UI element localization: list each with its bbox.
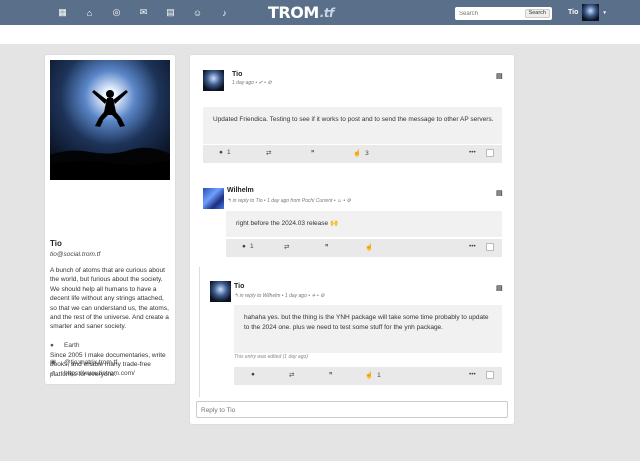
search-input[interactable] [459, 7, 519, 20]
comment-button[interactable]: ● 1 [242, 243, 254, 250]
top-navigation-bar: ▦ ⌂ ◎ ✉ ▤ ☺ ♪ TROM.tf Search Tio ▾ [0, 0, 640, 25]
profile-name: Tio [50, 239, 62, 248]
more-icon: ••• [469, 371, 476, 378]
like-icon: ☝ [353, 150, 362, 157]
home-icon[interactable]: ⌂ [79, 5, 100, 20]
post-meta: ↰ in reply to Tio • 1 day ago from Pochi… [227, 198, 352, 204]
user-avatar [582, 4, 600, 21]
quote-icon: ❞ [325, 244, 329, 251]
network-icon[interactable]: ◎ [106, 5, 127, 20]
user-name: Tio [568, 9, 579, 16]
more-icon: ••• [469, 243, 476, 250]
share-icon: ⇄ [284, 244, 290, 251]
calendar-icon[interactable]: ▤ [160, 5, 181, 20]
comment-count: 1 [226, 149, 231, 156]
profile-card: Tio tio@social.trom.tf A bunch of atoms … [45, 55, 175, 384]
profile-website-link[interactable]: https://www.tiotrom.com/ [64, 370, 135, 377]
avatar[interactable] [210, 281, 231, 302]
share-button[interactable]: ⇄ [266, 149, 271, 157]
nav-icon-group: ▦ ⌂ ◎ ✉ ▤ ☺ ♪ [52, 5, 235, 20]
post-actions: ● ⇄ ❞ ☝ 1 ••• [234, 367, 502, 385]
select-checkbox[interactable] [486, 243, 494, 251]
location-icon: ● [50, 342, 54, 349]
like-button[interactable]: ☝ [365, 243, 373, 251]
profile-matrix-row: ▣ @tio:matrix.trom.tf [50, 358, 117, 367]
messages-icon[interactable]: ✉ [133, 5, 154, 20]
secondary-bar [0, 25, 640, 44]
profile-about: A bunch of atoms that are curious about … [50, 267, 169, 331]
post-text: Updated Friendica. Testing to see if it … [213, 116, 494, 123]
profile-location-text: Earth [64, 342, 80, 349]
conversation-thread: Tio 1 day ago • ✔ • ⚙ ▤ Updated Friendic… [190, 55, 514, 424]
post-content: hahaha yes. but the thing is the YNH pac… [234, 305, 502, 353]
thread-connector [199, 267, 200, 397]
avatar[interactable] [203, 188, 224, 209]
matrix-icon: ▣ [50, 359, 57, 366]
more-button[interactable]: ••• [469, 149, 476, 156]
quote-icon: ❞ [329, 372, 333, 379]
comment-button[interactable]: ● [251, 371, 255, 378]
like-button[interactable]: ☝ 3 [353, 149, 369, 158]
profile-matrix-link[interactable]: @tio:matrix.trom.tf [64, 359, 117, 366]
reply-box [196, 401, 508, 418]
comment-icon: ● [242, 243, 246, 250]
comment-icon: ● [219, 149, 223, 156]
notifications-icon[interactable]: ♪ [214, 5, 235, 20]
post-menu-icon[interactable]: ▤ [496, 72, 503, 80]
profile-website-row: ⇗ https://www.tiotrom.com/ [50, 369, 135, 378]
quote-button[interactable]: ❞ [329, 371, 333, 379]
more-icon: ••• [469, 149, 476, 156]
chevron-down-icon: ▾ [603, 9, 606, 16]
post-menu-icon[interactable]: ▤ [496, 284, 503, 292]
post-meta: 1 day ago • ✔ • ⚙ [232, 80, 272, 86]
quote-icon: ❞ [311, 150, 315, 157]
post-meta: ↰ in reply to Wilhelm • 1 day ago • ✈ • … [234, 293, 325, 299]
share-button[interactable]: ⇄ [284, 243, 289, 251]
like-count: 3 [365, 149, 369, 157]
comment-count: 1 [249, 243, 254, 250]
avatar[interactable] [203, 70, 224, 91]
like-button[interactable]: ☝ 1 [365, 371, 381, 380]
profile-location-row: ● Earth [50, 342, 80, 349]
profile-photo[interactable] [50, 60, 170, 180]
site-logo[interactable]: TROM .tf [268, 3, 334, 22]
reply-input[interactable] [201, 405, 501, 415]
post-author[interactable]: Wilhelm [227, 187, 254, 194]
contacts-icon[interactable]: ☺ [187, 5, 208, 20]
search-box: Search [455, 7, 552, 20]
share-button[interactable]: ⇄ [289, 371, 294, 379]
share-icon: ⇄ [266, 150, 272, 157]
comment-icon: ● [251, 371, 255, 378]
more-button[interactable]: ••• [469, 243, 476, 250]
select-checkbox[interactable] [486, 371, 494, 379]
post-content: Updated Friendica. Testing to see if it … [203, 107, 502, 144]
more-button[interactable]: ••• [469, 371, 476, 378]
post-author[interactable]: Tio [234, 283, 244, 290]
like-count: 1 [377, 371, 381, 379]
quote-button[interactable]: ❞ [325, 243, 329, 251]
apps-grid-icon[interactable]: ▦ [52, 5, 73, 20]
quote-button[interactable]: ❞ [311, 149, 315, 157]
logo-suffix: .tf [319, 5, 335, 20]
post-menu-icon[interactable]: ▤ [496, 189, 503, 197]
post-actions: ● 1 ⇄ ❞ ☝ 3 ••• [203, 145, 502, 163]
edited-note: This entry was edited (1 day ago) [234, 354, 308, 360]
post-content: right before the 2024.03 release 🙌 [226, 211, 502, 237]
select-checkbox[interactable] [486, 149, 494, 157]
external-link-icon: ⇗ [50, 370, 56, 377]
post-text: right before the 2024.03 release 🙌 [236, 220, 339, 227]
post-actions: ● 1 ⇄ ❞ ☝ ••• [226, 239, 502, 257]
search-button[interactable]: Search [524, 9, 550, 18]
logo-text: TROM [268, 3, 319, 22]
post-author[interactable]: Tio [232, 71, 242, 78]
comment-button[interactable]: ● 1 [219, 149, 231, 156]
like-icon: ☝ [365, 372, 374, 379]
like-icon: ☝ [365, 244, 374, 251]
profile-address: tio@social.trom.tf [50, 251, 101, 258]
user-menu[interactable]: Tio ▾ [568, 4, 606, 21]
share-icon: ⇄ [289, 372, 295, 379]
post-text: hahaha yes. but the thing is the YNH pac… [244, 314, 489, 332]
